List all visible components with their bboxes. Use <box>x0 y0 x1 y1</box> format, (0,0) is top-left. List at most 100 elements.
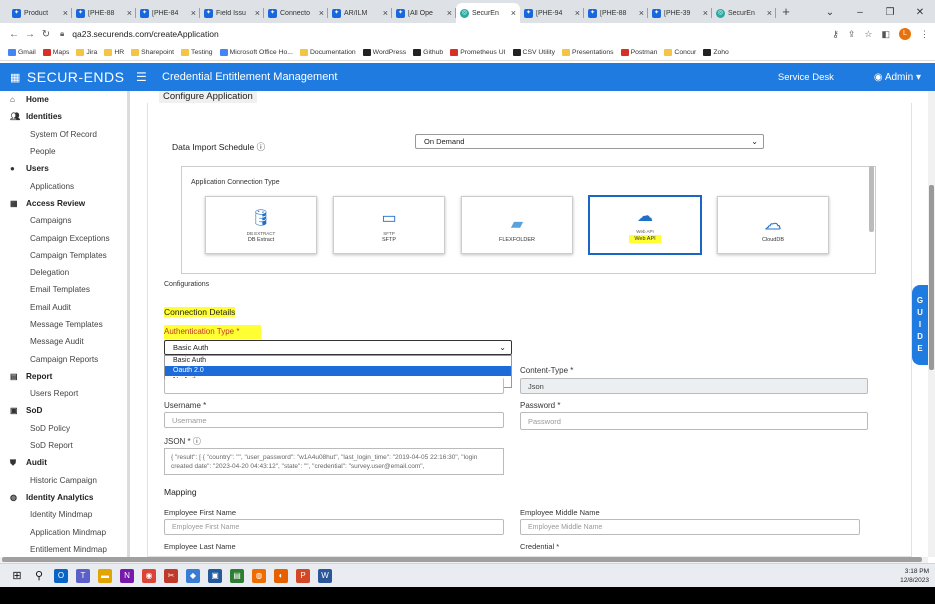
browser-tab[interactable]: ✦ [All Ope × <box>392 3 456 23</box>
profile-avatar[interactable]: L <box>899 28 911 40</box>
bookmark-item[interactable]: Zoho <box>703 49 729 56</box>
key-icon[interactable]: ⚷ <box>832 29 839 40</box>
username-input[interactable]: Username <box>164 412 504 428</box>
sidebar-item-sod-report[interactable]: SoD Report <box>0 437 127 454</box>
auth-option-basic-auth[interactable]: Basic Auth <box>165 356 511 366</box>
postman-icon[interactable]: ◍ <box>252 568 266 583</box>
bookmark-item[interactable]: Github <box>413 49 443 56</box>
bookmark-item[interactable]: WordPress <box>362 49 406 56</box>
bookmark-item[interactable]: Concur <box>664 49 696 56</box>
sidebar-item-identity-mindmap[interactable]: Identity Mindmap <box>0 506 127 523</box>
sidebar-item-sod[interactable]: ▣ SoD <box>0 402 127 419</box>
chrome-icon[interactable]: ◉ <box>142 568 156 583</box>
browser-tab[interactable]: ✦ Product × <box>8 3 72 23</box>
sidebar-item-system-of-record[interactable]: System Of Record <box>0 126 127 143</box>
connection-card-flexfolder[interactable]: ▰ FLEXFOLDER <box>461 196 573 254</box>
sidebar-item-home[interactable]: ⌂ Home <box>0 91 127 108</box>
reload-icon[interactable]: ↻ <box>38 29 54 40</box>
clock[interactable]: 3:18 PM 12/8/2023 <box>900 567 929 585</box>
bookmark-item[interactable]: HR <box>104 49 124 56</box>
outlook-icon[interactable]: O <box>54 568 68 583</box>
onenote-icon[interactable]: N <box>120 568 134 583</box>
bookmark-item[interactable]: Jira <box>76 49 97 56</box>
bookmark-item[interactable]: Microsoft Office Ho... <box>219 49 293 56</box>
close-icon[interactable]: × <box>319 8 324 18</box>
browser-tab[interactable]: ✦ [PHE-39 × <box>648 3 712 23</box>
close-icon[interactable]: × <box>575 8 580 18</box>
service-desk-link[interactable]: Service Desk <box>778 72 834 83</box>
password-input[interactable]: Password <box>520 412 868 430</box>
connection-card-web-api[interactable]: ☁ Web API Web API <box>589 196 701 254</box>
browser-tab[interactable]: ✦ [PHE-94 × <box>520 3 584 23</box>
page-scrollbar[interactable] <box>929 185 934 370</box>
auth-option-oauth-2-0[interactable]: Oauth 2.0 <box>165 366 511 376</box>
star-icon[interactable]: ☆ <box>864 29 872 40</box>
snip-icon[interactable]: ✂ <box>164 568 178 583</box>
sidebar-item-report[interactable]: ▤ Report <box>0 368 127 385</box>
sidebar-item-identity-analytics[interactable]: ◍ Identity Analytics <box>0 489 127 506</box>
close-icon[interactable]: × <box>639 8 644 18</box>
connection-card-clouddb[interactable]: ☁ CloudDB <box>717 196 829 254</box>
close-icon[interactable]: × <box>63 8 68 18</box>
sidebar-item-campaign-templates[interactable]: Campaign Templates <box>0 247 127 264</box>
bookmark-item[interactable]: Postman <box>620 49 657 56</box>
back-icon[interactable]: ← <box>6 29 22 40</box>
word-icon[interactable]: W <box>318 568 332 583</box>
sidebar-item-delegation[interactable]: Delegation <box>0 264 127 281</box>
browser-tab[interactable]: ✦ Connecto × <box>264 3 328 23</box>
bookmark-item[interactable]: Sharepoint <box>131 49 174 56</box>
browser-tab[interactable]: ✦ [PHE-88 × <box>72 3 136 23</box>
guide-button[interactable]: GUIDE <box>912 285 928 365</box>
sidebar-item-campaign-reports[interactable]: Campaign Reports <box>0 350 127 367</box>
horizontal-scrollbar[interactable] <box>2 557 922 562</box>
bookmark-item[interactable]: Documentation <box>299 49 356 56</box>
lock-icon[interactable]: 🔒︎ <box>60 29 64 39</box>
sidebar-item-historic-campaign[interactable]: Historic Campaign <box>0 472 127 489</box>
sidebar-item-application-mindmap[interactable]: Application Mindmap <box>0 523 127 540</box>
menu-icon[interactable]: ⋮ <box>920 29 929 40</box>
sidebar-item-applications[interactable]: Applications <box>0 177 127 194</box>
sidebar-item-entitlement-mindmap[interactable]: Entitlement Mindmap <box>0 541 127 557</box>
info-icon[interactable]: ⓘ <box>257 142 266 152</box>
browser-tab[interactable]: ✦ [PHE-88 × <box>584 3 648 23</box>
bookmark-item[interactable]: Presentations <box>562 49 614 56</box>
json-textarea[interactable]: { "result": [ { "country": "", "user_pas… <box>164 448 504 475</box>
sidebar-item-people[interactable]: People <box>0 143 127 160</box>
windows-icon[interactable]: ⊞ <box>10 569 24 583</box>
sidebar-item-email-templates[interactable]: Email Templates <box>0 281 127 298</box>
employee-middle-name-input[interactable]: Employee Middle Name <box>520 519 860 535</box>
admin-menu[interactable]: ◉ Admin ▾ <box>874 72 921 83</box>
sidebar-item-users-report[interactable]: Users Report <box>0 385 127 402</box>
connection-scrollbar[interactable] <box>869 166 874 232</box>
bookmark-item[interactable]: Testing <box>181 49 213 56</box>
minimize-button[interactable]: – <box>845 7 875 18</box>
close-icon[interactable]: × <box>703 8 708 18</box>
info-icon[interactable]: ⓘ <box>193 437 201 446</box>
sidebar-item-message-templates[interactable]: Message Templates <box>0 316 127 333</box>
sidebar-item-message-audit[interactable]: Message Audit <box>0 333 127 350</box>
app2-icon[interactable]: ▣ <box>208 568 222 583</box>
close-icon[interactable]: × <box>447 8 452 18</box>
data-import-select[interactable]: On Demand ⌄ <box>415 134 764 149</box>
explorer-icon[interactable]: ▬ <box>98 568 112 583</box>
share-icon[interactable]: ⇪ <box>848 29 856 40</box>
app-icon[interactable]: ◆ <box>186 568 200 583</box>
browser-tab[interactable]: ✦ [PHE-84 × <box>136 3 200 23</box>
teams-icon[interactable]: T <box>76 568 90 583</box>
browser-tab[interactable]: ◎ SecurEn × <box>456 3 520 23</box>
close-icon[interactable]: × <box>767 8 772 18</box>
browser-tab[interactable]: ✦ AR/ILM × <box>328 3 392 23</box>
auth-type-select[interactable]: Basic Auth ⌄ <box>164 340 512 355</box>
browser-tab[interactable]: ✦ Field Issu × <box>200 3 264 23</box>
search-icon[interactable]: ⚲ <box>32 569 46 583</box>
new-tab-button[interactable]: + <box>776 3 796 23</box>
firefox-icon[interactable]: ◐ <box>274 568 288 583</box>
sidebar-item-users[interactable]: ● Users <box>0 160 127 177</box>
tab-search-icon[interactable]: ⌄ <box>815 7 845 18</box>
close-icon[interactable]: × <box>383 8 388 18</box>
bookmark-item[interactable]: CSV Utility <box>512 49 555 56</box>
forward-icon[interactable]: → <box>22 29 38 40</box>
hidden-field[interactable] <box>164 378 504 394</box>
sidebar-item-campaigns[interactable]: Campaigns <box>0 212 127 229</box>
sidebar-item-campaign-exceptions[interactable]: Campaign Exceptions <box>0 229 127 246</box>
